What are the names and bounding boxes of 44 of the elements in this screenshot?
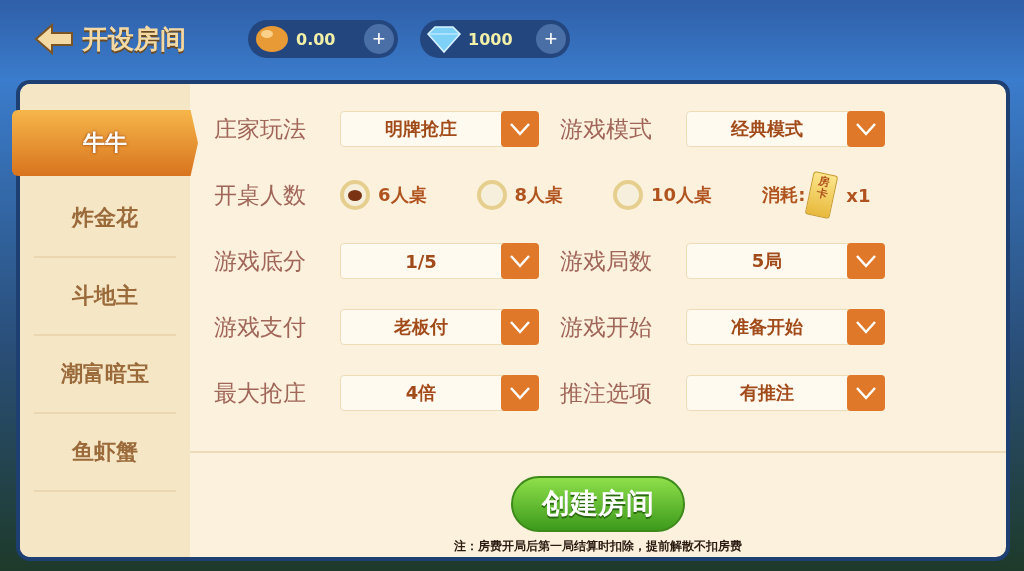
game-tab[interactable]: 鱼虾蟹 [34, 414, 176, 492]
bean-icon [254, 24, 290, 54]
dropdown[interactable]: 1/5 [340, 243, 538, 279]
game-tab[interactable]: 斗地主 [34, 258, 176, 336]
caret-icon [501, 375, 539, 411]
dropdown[interactable]: 5局 [686, 243, 884, 279]
game-tab[interactable]: 潮富暗宝 [34, 336, 176, 414]
field-label: 游戏模式 [560, 114, 653, 144]
field-label: 庄家玩法 [214, 114, 307, 144]
room-card-icon: 房卡 [805, 170, 839, 220]
dropdown[interactable]: 4倍 [340, 375, 538, 411]
radio-option[interactable]: 8人桌 [476, 180, 564, 210]
cost-amount: x1 [846, 184, 871, 206]
back-button[interactable]: 开设房间 [34, 21, 186, 57]
currency-amount: 0.00 [296, 29, 337, 49]
add-button[interactable]: + [536, 24, 566, 54]
currency-amount: 1000 [468, 29, 514, 49]
diamond-icon [426, 24, 462, 54]
caret-icon [847, 309, 885, 345]
field-label: 游戏底分 [214, 246, 307, 276]
add-button[interactable]: + [364, 24, 394, 54]
caret-icon [847, 243, 885, 279]
caret-icon [501, 243, 539, 279]
cost-label: 消耗: [762, 183, 806, 207]
dropdown[interactable]: 老板付 [340, 309, 538, 345]
back-arrow-icon [34, 23, 74, 55]
radio-option[interactable]: 6人桌 [340, 180, 427, 210]
dropdown[interactable]: 准备开始 [686, 309, 884, 345]
caret-icon [501, 309, 539, 345]
radio-option[interactable]: 10人桌 [613, 180, 713, 210]
dropdown[interactable]: 有推注 [686, 375, 884, 411]
field-label: 最大抢庄 [214, 378, 307, 408]
caret-icon [847, 111, 885, 147]
caret-icon [501, 111, 539, 147]
field-label: 推注选项 [560, 378, 653, 408]
dropdown[interactable]: 明牌抢庄 [340, 111, 538, 147]
fee-note: 注：房费开局后第一局结算时扣除，提前解散不扣房费 [454, 538, 742, 555]
game-tab[interactable]: 炸金花 [34, 180, 176, 258]
field-label: 开桌人数 [214, 180, 307, 210]
dropdown[interactable]: 经典模式 [686, 111, 884, 147]
caret-icon [847, 375, 885, 411]
field-label: 游戏局数 [560, 246, 653, 276]
field-label: 游戏开始 [560, 312, 653, 342]
field-label: 游戏支付 [214, 312, 307, 342]
